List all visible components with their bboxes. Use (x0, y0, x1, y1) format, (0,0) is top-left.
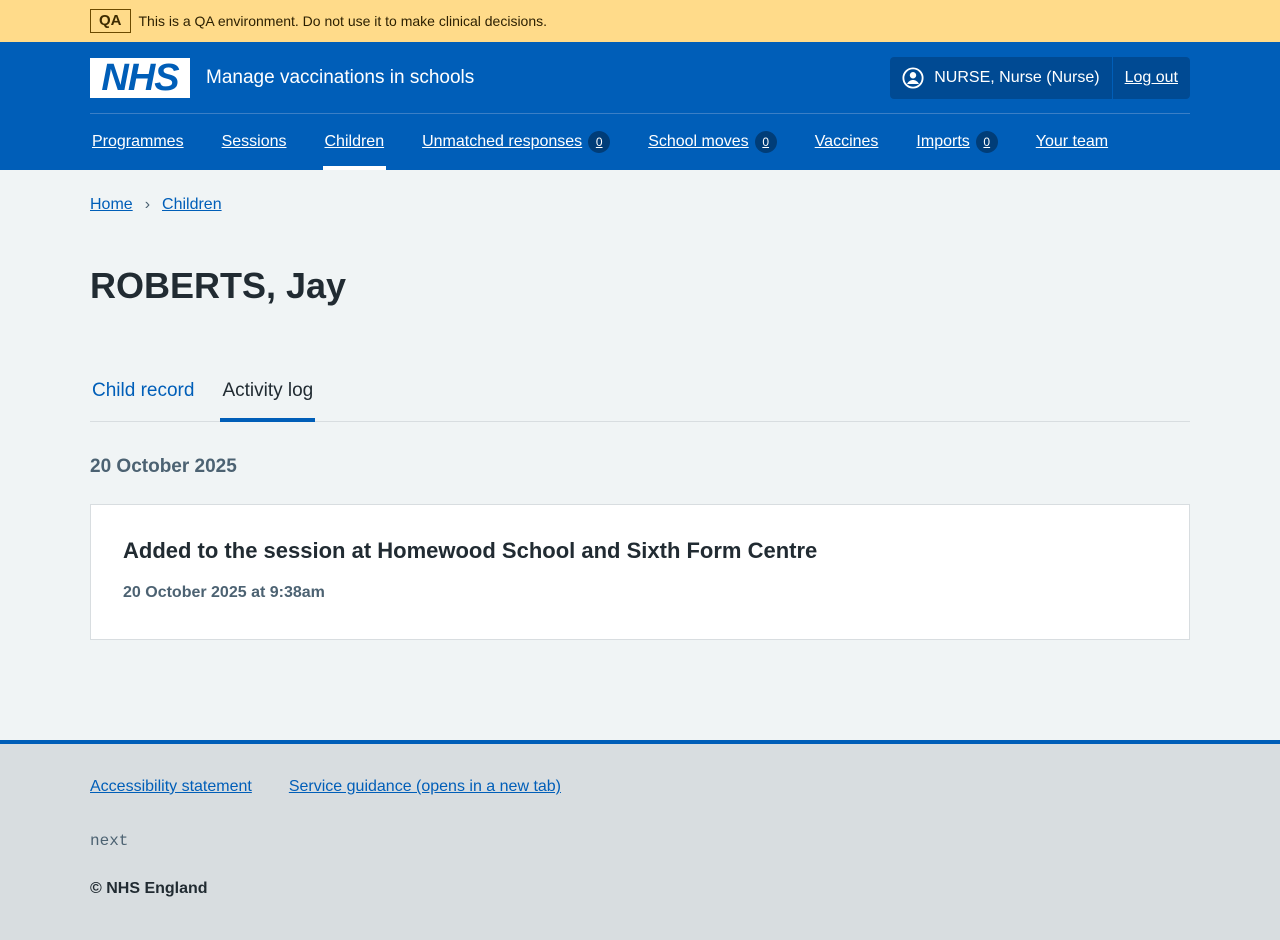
breadcrumb: Home › Children (90, 170, 1190, 214)
activity-date-heading: 20 October 2025 (90, 456, 237, 477)
nav-label-unmatched-responses: Unmatched responses (422, 133, 583, 150)
copyright: © NHS England (90, 880, 208, 897)
account-menu: NURSE, Nurse (Nurse) Log out (890, 57, 1190, 99)
environment-warning: This is a QA environment. Do not use it … (138, 13, 548, 29)
imports-count-badge: 0 (975, 131, 998, 153)
service-guidance-link[interactable]: Service guidance (opens in a new tab) (289, 778, 561, 796)
nhs-logo[interactable]: NHS (90, 56, 190, 99)
service-name[interactable]: Manage vaccinations in schools (206, 67, 474, 89)
main-content: Home › Children ROBERTS, Jay Child recor… (0, 170, 1280, 740)
nav-item-sessions[interactable]: Sessions (220, 114, 289, 170)
activity-card-title: Added to the session at Homewood School … (123, 538, 818, 563)
nav-item-imports[interactable]: Imports 0 (914, 114, 999, 170)
nav-item-your-team[interactable]: Your team (1034, 114, 1110, 170)
chevron-right-icon: › (144, 196, 151, 213)
environment-banner: QA This is a QA environment. Do not use … (0, 0, 1280, 42)
tab-activity-log[interactable]: Activity log (220, 368, 316, 422)
site-header: NHS Manage vaccinations in schools NURSE… (0, 42, 1280, 170)
breadcrumb-children[interactable]: Children (162, 196, 222, 214)
breadcrumb-home[interactable]: Home (90, 196, 133, 214)
user-name: NURSE, Nurse (Nurse) (934, 69, 1100, 86)
tab-child-record[interactable]: Child record (90, 368, 196, 421)
activity-card-timestamp: 20 October 2025 at 9:38am (123, 584, 325, 601)
school-moves-count-badge: 0 (754, 131, 777, 153)
environment-name: next (90, 832, 129, 850)
account-user: NURSE, Nurse (Nurse) (890, 57, 1113, 99)
nav-label-school-moves: School moves (648, 133, 749, 150)
nav-item-school-moves[interactable]: School moves 0 (646, 114, 779, 170)
nav-item-children[interactable]: Children (322, 114, 387, 170)
accessibility-statement-link[interactable]: Accessibility statement (90, 778, 252, 796)
primary-navigation: Programmes Sessions Children Unmatched r… (90, 114, 1190, 170)
unmatched-count-badge: 0 (588, 131, 611, 153)
logout-link[interactable]: Log out (1113, 69, 1190, 87)
nhs-logo-text: NHS (101, 56, 179, 99)
environment-tag: QA (90, 9, 131, 33)
page-title: ROBERTS, Jay (90, 265, 347, 306)
user-icon (902, 67, 924, 89)
site-footer: Accessibility statement Service guidance… (0, 740, 1280, 940)
activity-card: Added to the session at Homewood School … (90, 504, 1190, 640)
footer-links: Accessibility statement Service guidance… (90, 778, 1190, 796)
nav-item-programmes[interactable]: Programmes (90, 114, 186, 170)
nav-item-vaccines[interactable]: Vaccines (813, 114, 881, 170)
nav-label-imports: Imports (916, 133, 970, 150)
nav-item-unmatched-responses[interactable]: Unmatched responses 0 (420, 114, 612, 170)
secondary-tabs: Child record Activity log (90, 368, 1190, 422)
